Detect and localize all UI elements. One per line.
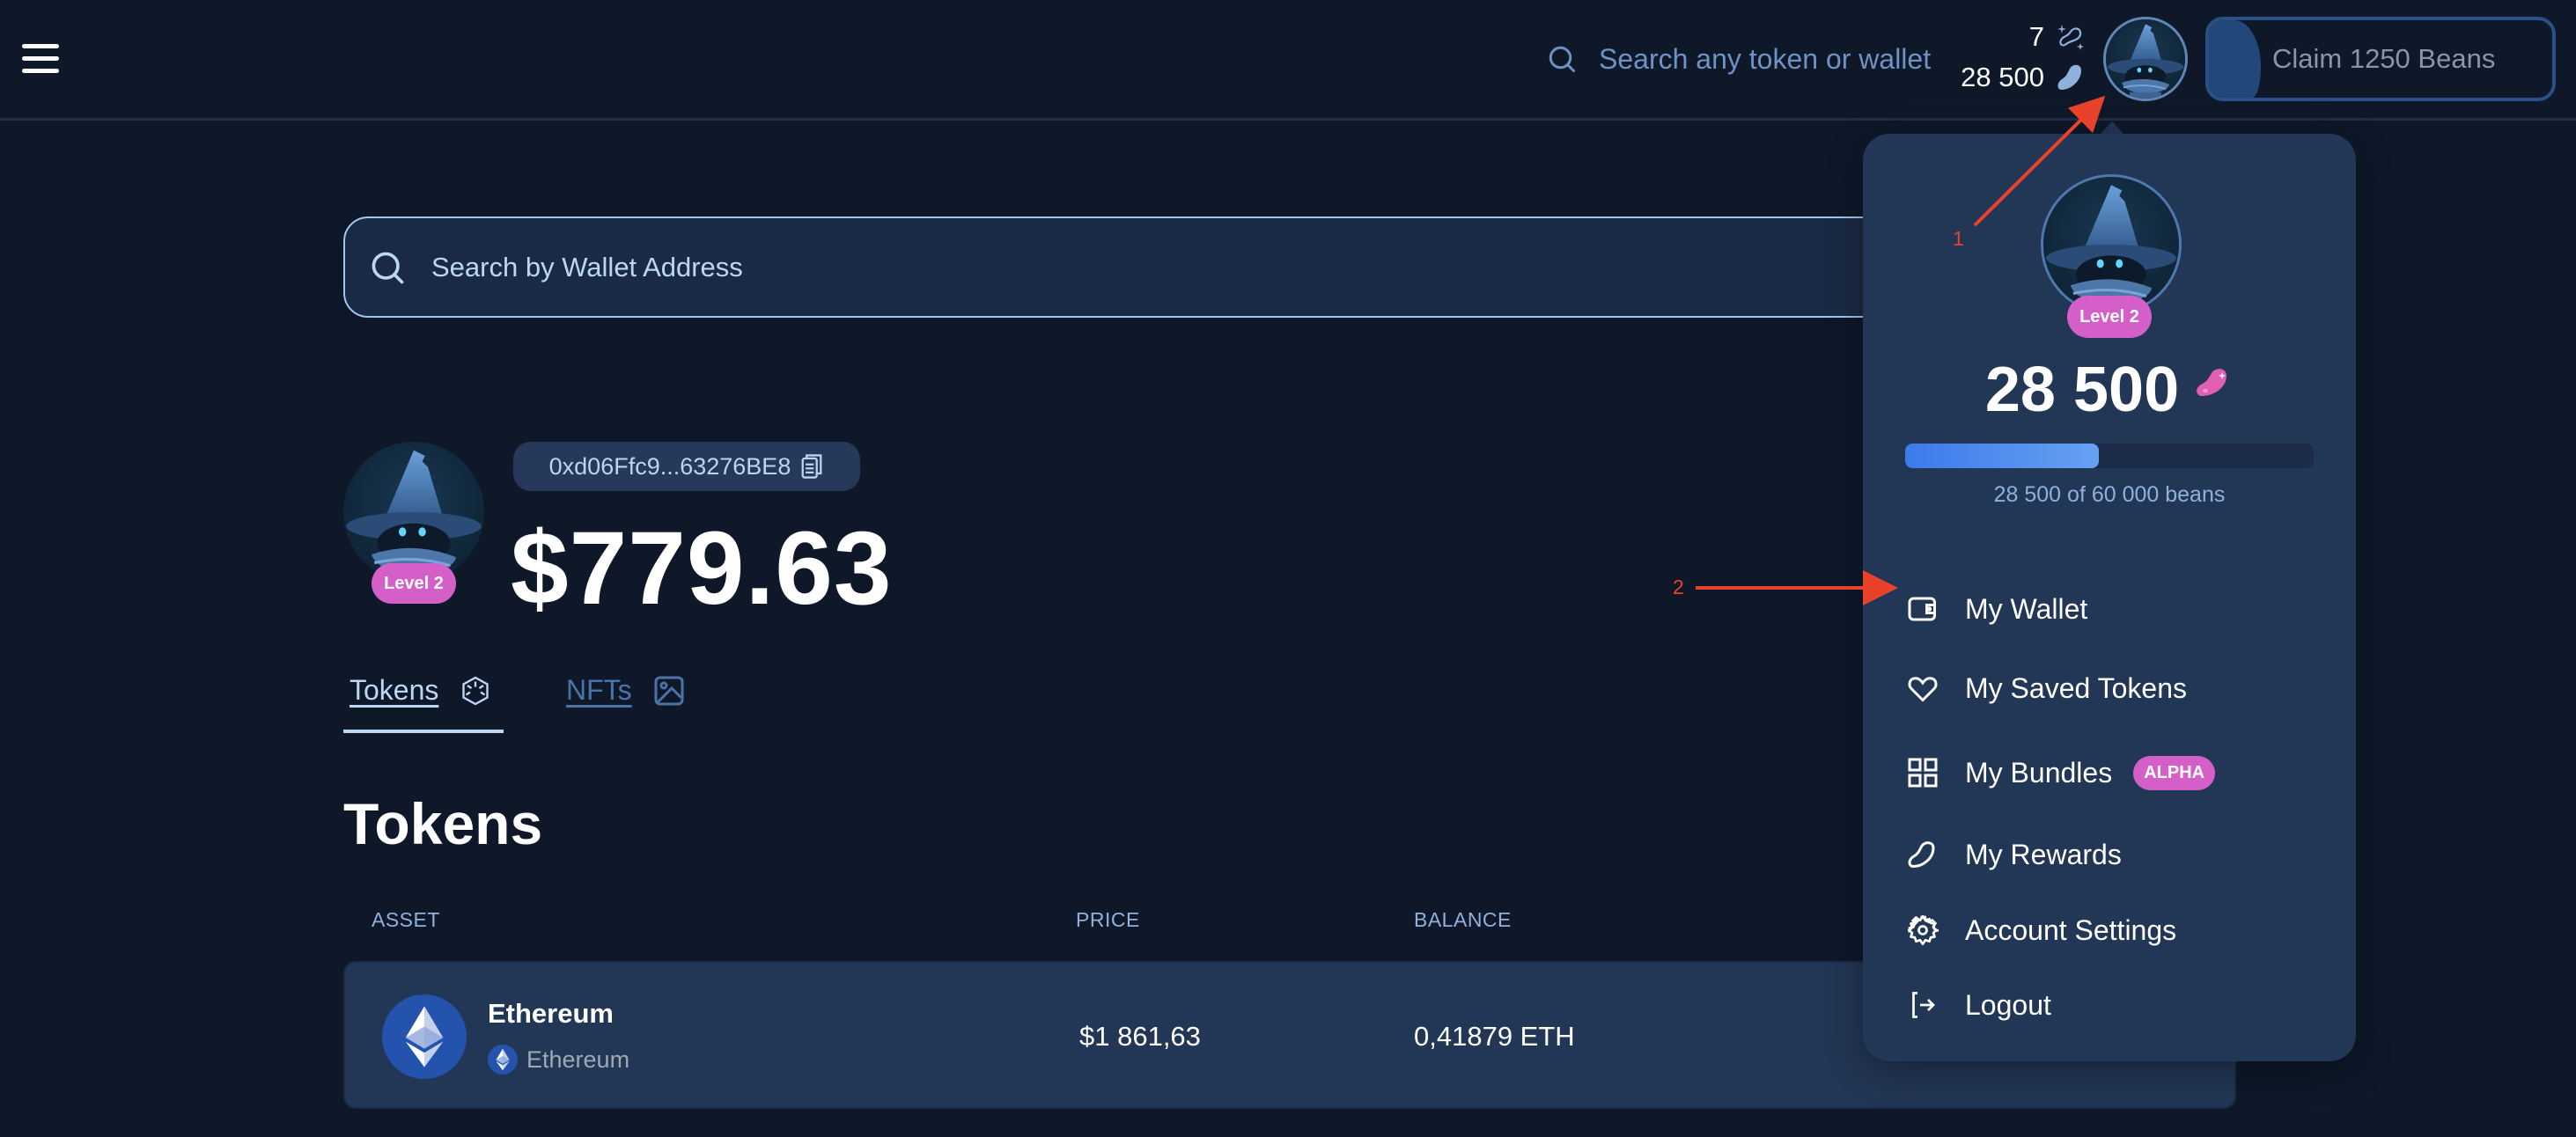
cube-icon [462, 676, 489, 705]
annotation-label-1: 1 [1953, 227, 1964, 250]
menu-item-label: Logout [1965, 988, 2051, 1021]
asset-chain-label: Ethereum [526, 1045, 630, 1073]
menu-item-label: My Saved Tokens [1965, 671, 2187, 704]
beans-count: 28 500 [1961, 62, 2044, 92]
header-search[interactable] [1546, 35, 1951, 83]
claim-beans-label: Claim 1250 Beans [2272, 43, 2496, 74]
wallet-search-bar[interactable] [343, 216, 1928, 318]
level-badge: Level 2 [372, 563, 456, 604]
gear-icon [1907, 914, 1939, 946]
alpha-badge: ALPHA [2133, 755, 2216, 790]
image-icon [654, 676, 684, 705]
hamburger-line [22, 44, 59, 48]
wizard-avatar-image [2106, 19, 2185, 99]
dropdown-avatar [2041, 174, 2182, 315]
dropdown-caret [2101, 121, 2123, 134]
menu-item-label: My Rewards [1965, 838, 2122, 870]
dropdown-beans-total: 28 500 [1863, 354, 2356, 426]
asset-balance: 0,41879 ETH [1414, 1021, 1575, 1052]
wizard-avatar-image [2043, 177, 2179, 312]
tab-tokens[interactable]: Tokens [350, 674, 491, 707]
header-stats: 7 28 500 [1937, 19, 2087, 100]
ethereum-chain-icon [488, 1044, 518, 1075]
search-icon [1549, 46, 1575, 72]
ethereum-logo-icon [382, 994, 467, 1079]
claim-progress-fill [2209, 20, 2261, 98]
beans-stat: 28 500 [1961, 62, 2087, 93]
menu-item-my-bundles[interactable]: My Bundles ALPHA [1907, 748, 2216, 797]
wallet-address: 0xd06Ffc9...63276BE8 [548, 452, 791, 480]
column-header-asset[interactable]: ASSET [372, 908, 440, 932]
wallet-address-input[interactable] [431, 251, 1224, 283]
header-search-input[interactable] [1599, 42, 1951, 76]
bean-outline-icon [1908, 841, 1935, 869]
wallet-total-balance: $779.63 [511, 510, 893, 627]
search-icon [372, 252, 404, 283]
tab-nfts-label: NFTs [566, 674, 632, 706]
menu-item-label: My Bundles [1965, 756, 2113, 789]
sparkle-bean-icon [2057, 25, 2084, 50]
menu-item-logout[interactable]: Logout [1907, 980, 2051, 1030]
hamburger-line [22, 56, 59, 61]
menu-item-label: My Wallet [1965, 592, 2088, 625]
menu-item-account-settings[interactable]: Account Settings [1907, 906, 2176, 955]
tab-tokens-label: Tokens [350, 674, 439, 706]
menu-item-label: Account Settings [1965, 913, 2177, 946]
logout-icon [1912, 992, 1935, 1018]
streak-stat: 7 [2029, 21, 2087, 53]
menu-item-my-wallet[interactable]: My Wallet [1907, 584, 2087, 634]
copy-icon[interactable] [799, 452, 824, 480]
wallet-address-chip[interactable]: 0xd06Ffc9...63276BE8 [513, 442, 860, 491]
annotation-label-2: 2 [1673, 576, 1684, 598]
dropdown-level-badge: Level 2 [2067, 296, 2152, 338]
hamburger-line [22, 69, 59, 73]
column-header-balance[interactable]: BALANCE [1414, 908, 1512, 932]
tokens-heading: Tokens [343, 791, 543, 856]
user-avatar-button[interactable] [2103, 17, 2188, 101]
beans-progress-bar [1905, 444, 2314, 468]
menu-item-my-rewards[interactable]: My Rewards [1907, 830, 2122, 879]
asset-name: Ethereum [488, 998, 614, 1029]
menu-item-my-saved-tokens[interactable]: My Saved Tokens [1907, 664, 2187, 713]
top-header: 7 28 500 Claim 1250 Beans [0, 0, 2576, 121]
profile-avatar [343, 442, 484, 583]
active-tab-indicator [343, 730, 504, 733]
heart-icon [1908, 677, 1938, 702]
beans-progress-fill [1905, 444, 2100, 468]
wizard-avatar-image [343, 442, 484, 583]
claim-beans-button[interactable]: Claim 1250 Beans [2205, 17, 2556, 101]
dropdown-beans-value: 28 500 [1984, 355, 2180, 425]
streak-count: 7 [2028, 21, 2044, 52]
asset-chain: Ethereum [488, 1044, 629, 1075]
beans-progress-caption: 28 500 of 60 000 beans [1993, 482, 2226, 507]
jelly-bean-icon [2197, 369, 2227, 396]
user-dropdown-menu: Level 2 28 500 28 500 of 60 000 beans My… [1863, 134, 2356, 1061]
wallet-icon [1908, 597, 1936, 621]
hamburger-menu-button[interactable] [22, 42, 59, 76]
column-header-price[interactable]: PRICE [1076, 908, 1140, 932]
grid-icon [1908, 758, 1938, 788]
asset-price: $1 861,63 [1079, 1021, 1201, 1052]
bean-icon [2057, 64, 2081, 90]
tab-nfts[interactable]: NFTs [566, 674, 685, 707]
